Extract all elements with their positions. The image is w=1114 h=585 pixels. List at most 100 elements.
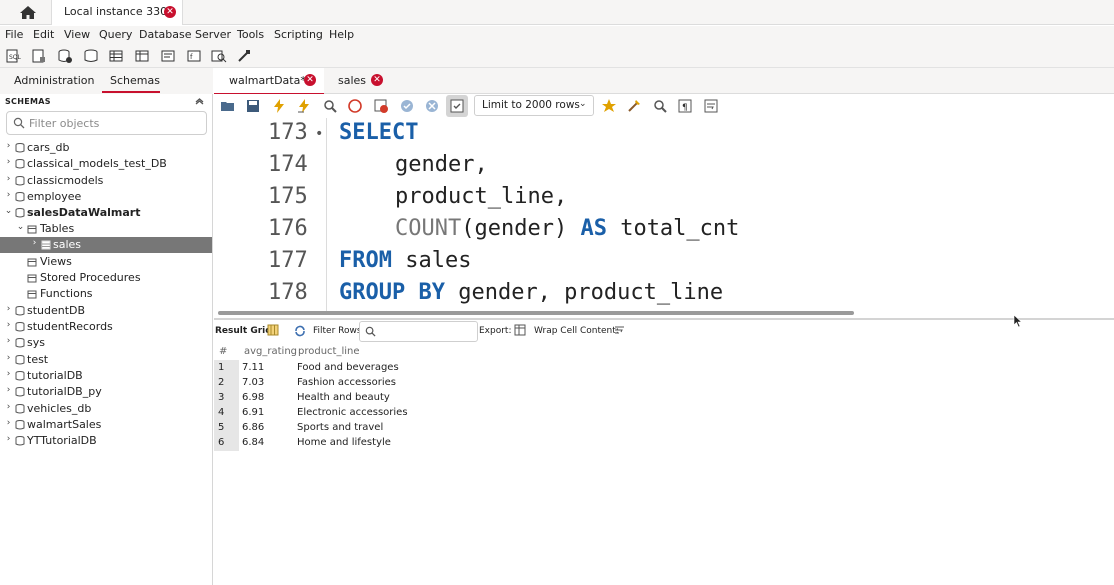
expand-arrow-icon[interactable]: › (4, 434, 13, 444)
sql-editor[interactable]: 173 • 174 175 176 177 178 SELECT gender,… (214, 118, 1114, 314)
expand-arrow-icon[interactable]: › (4, 320, 13, 330)
beautify-icon[interactable] (626, 98, 642, 114)
add-snippet-icon[interactable] (601, 98, 617, 114)
table-row[interactable]: 1 7.11 Food and beverages (214, 361, 1114, 376)
create-procedure-icon[interactable] (160, 48, 176, 64)
create-table-icon[interactable] (108, 48, 124, 64)
tree-item-employee[interactable]: › employee (0, 189, 212, 205)
cell-product-line[interactable]: Fashion accessories (297, 377, 396, 388)
column-header[interactable]: avg_rating (244, 346, 297, 357)
tree-item-studentrecords[interactable]: › studentRecords (0, 319, 212, 335)
commit-icon[interactable] (399, 98, 415, 114)
tree-item-yttutorialdb[interactable]: › YTTutorialDB (0, 433, 212, 449)
expand-arrow-icon[interactable]: › (4, 353, 13, 363)
table-row[interactable]: 3 6.98 Health and beauty (214, 391, 1114, 406)
table-row[interactable]: 4 6.91 Electronic accessories (214, 406, 1114, 421)
cell-product-line[interactable]: Health and beauty (297, 392, 390, 403)
menu-tools[interactable]: Tools (237, 28, 264, 41)
open-sql-script-icon[interactable] (31, 48, 47, 64)
tree-item-vehicles-db[interactable]: › vehicles_db (0, 401, 212, 417)
create-function-icon[interactable]: f (186, 48, 202, 64)
cell-avg-rating[interactable]: 6.98 (242, 392, 264, 403)
table-row[interactable]: 5 6.86 Sports and travel (214, 421, 1114, 436)
save-icon[interactable] (245, 98, 261, 114)
cell-avg-rating[interactable]: 7.03 (242, 377, 264, 388)
tree-item-tutorialdb-py[interactable]: › tutorialDB_py (0, 384, 212, 400)
result-grid[interactable]: # avg_rating product_line 1 7.11 Food an… (214, 342, 1114, 585)
cell-product-line[interactable]: Food and beverages (297, 362, 399, 373)
fold-marker[interactable]: • (315, 126, 323, 142)
filter-objects-input[interactable]: Filter objects (6, 111, 207, 135)
tree-item-classical-models-test-db[interactable]: › classical_models_test_DB (0, 156, 212, 172)
tree-item-test[interactable]: › test (0, 352, 212, 368)
word-wrap-icon[interactable] (703, 98, 719, 114)
schema-info-icon[interactable] (57, 48, 73, 64)
close-icon[interactable]: ✕ (304, 74, 316, 86)
expand-arrow-icon[interactable]: › (4, 304, 13, 314)
explain-icon[interactable] (322, 98, 338, 114)
tab-walmartdata[interactable]: walmartData* ✕ (214, 68, 324, 95)
table-row[interactable]: 6 6.84 Home and lifestyle (214, 436, 1114, 451)
close-icon[interactable]: ✕ (164, 6, 176, 18)
toggle-continue-on-error-icon[interactable] (373, 98, 389, 114)
cell-avg-rating[interactable]: 7.11 (242, 362, 264, 373)
tab-schemas[interactable]: Schemas (110, 74, 160, 87)
tree-item-studentdb[interactable]: › studentDB (0, 303, 212, 319)
export-icon[interactable] (514, 324, 527, 337)
tree-item-walmartsales[interactable]: › walmartSales (0, 417, 212, 433)
expand-arrow-icon[interactable]: › (4, 418, 13, 428)
tree-item-views[interactable]: Views (0, 254, 212, 270)
expand-arrow-icon[interactable]: › (4, 141, 13, 151)
menu-scripting[interactable]: Scripting (274, 28, 323, 41)
wrap-cell-icon[interactable] (614, 325, 625, 336)
invisible-chars-icon[interactable]: ¶ (677, 98, 693, 114)
stop-icon[interactable] (347, 98, 363, 114)
refresh-icon[interactable] (294, 325, 306, 337)
close-icon[interactable]: ✕ (371, 74, 383, 86)
menu-view[interactable]: View (64, 28, 90, 41)
menu-database[interactable]: Database (139, 28, 192, 41)
tree-item-salesdatawalmart[interactable]: ⌄ salesDataWalmart (0, 205, 212, 221)
menu-help[interactable]: Help (329, 28, 354, 41)
tree-item-stored-procedures[interactable]: Stored Procedures (0, 270, 212, 286)
collapse-arrow-icon[interactable]: ⌄ (4, 206, 13, 216)
reconnect-icon[interactable] (236, 48, 252, 64)
create-view-icon[interactable] (134, 48, 150, 64)
autocommit-toggle[interactable] (446, 95, 468, 117)
new-sql-tab-icon[interactable]: SQL (5, 48, 21, 64)
expand-arrow-icon[interactable]: › (4, 190, 13, 200)
cell-product-line[interactable]: Sports and travel (297, 422, 383, 433)
filter-rows-input[interactable] (359, 321, 478, 342)
find-icon[interactable] (652, 98, 668, 114)
expand-arrow-icon[interactable]: › (4, 402, 13, 412)
table-row[interactable]: 2 7.03 Fashion accessories (214, 376, 1114, 391)
menu-file[interactable]: File (5, 28, 23, 41)
expand-arrow-icon[interactable]: › (4, 174, 13, 184)
expand-arrow-icon[interactable]: › (4, 369, 13, 379)
menu-server[interactable]: Server (195, 28, 231, 41)
execute-current-icon[interactable] (296, 98, 312, 114)
tab-administration[interactable]: Administration (14, 74, 95, 87)
expand-arrow-icon[interactable]: › (4, 336, 13, 346)
expand-arrow-icon[interactable]: › (4, 385, 13, 395)
grid-view-icon[interactable] (267, 324, 279, 336)
tree-item-cars-db[interactable]: › cars_db (0, 140, 212, 156)
tree-item-tables[interactable]: ⌄ Tables (0, 221, 212, 237)
menu-query[interactable]: Query (99, 28, 132, 41)
cell-product-line[interactable]: Home and lifestyle (297, 437, 391, 448)
create-schema-icon[interactable] (83, 48, 99, 64)
connection-tab[interactable]: Local instance 3306 ✕ (51, 0, 183, 25)
tree-item-tutorialdb[interactable]: › tutorialDB (0, 368, 212, 384)
search-table-data-icon[interactable] (211, 48, 227, 64)
editor-horizontal-scrollbar[interactable] (218, 311, 854, 315)
execute-icon[interactable] (271, 98, 287, 114)
result-grid-label[interactable]: Result Grid (215, 326, 272, 336)
home-icon[interactable] (18, 4, 38, 21)
tree-item-functions[interactable]: Functions (0, 286, 212, 302)
cell-avg-rating[interactable]: 6.84 (242, 437, 264, 448)
expand-arrow-icon[interactable]: › (4, 157, 13, 167)
schemas-options-icon[interactable] (195, 97, 204, 106)
cell-avg-rating[interactable]: 6.91 (242, 407, 264, 418)
rollback-icon[interactable] (424, 98, 440, 114)
collapse-arrow-icon[interactable]: ⌄ (16, 222, 25, 232)
